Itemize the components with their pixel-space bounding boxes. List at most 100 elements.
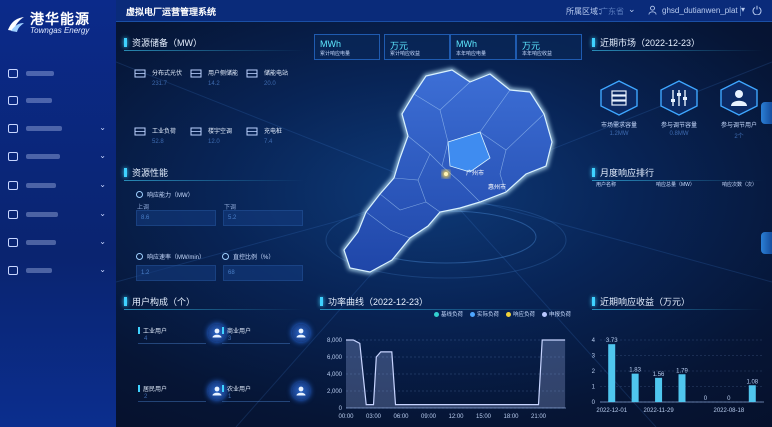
ratio-label: 直控比例（%）	[222, 252, 274, 261]
storage-item: 分布式光伏 231.7	[134, 68, 182, 90]
revenue-title-text: 近期响应收益（万元）	[600, 296, 691, 307]
storage-item-value: 231.7	[152, 81, 168, 87]
sidebar-item-label	[26, 153, 60, 159]
storage-item-label: 用户侧储能	[208, 71, 239, 77]
user-icon	[648, 5, 657, 15]
kpi-card: 万元 累计响应收益	[384, 34, 450, 60]
sidebar-item-label	[26, 125, 62, 131]
chevron-down-icon[interactable]: ⌄	[99, 151, 106, 160]
kpi-label: 累计响应收益	[390, 51, 421, 57]
map-marker[interactable]	[444, 172, 448, 176]
legend-item[interactable]: 响应负荷	[506, 310, 535, 318]
kpi-label: 本年响应电量	[456, 51, 487, 57]
x-tick-label: 15:00	[476, 414, 492, 420]
y-tick-label: 4	[592, 338, 596, 344]
legend-dot	[434, 311, 439, 317]
legend-dot	[506, 311, 512, 317]
rate-value: 1.2	[141, 270, 150, 276]
down-adjust-box: 5.2	[223, 210, 303, 226]
revenue-bar-chart[interactable]: 0 1 2 3 4 3.73 2022-12-01 1.83 1.56 2022-11-29 1.7…	[584, 330, 768, 422]
x-tick-label: 03:00	[366, 414, 382, 420]
bar-value-label: 1.08	[746, 379, 758, 385]
chevron-down-icon[interactable]: ⌄	[99, 180, 106, 189]
sidebar-item-3[interactable]: ⌄	[8, 120, 112, 136]
x-tick-label: 09:00	[421, 414, 437, 420]
up-adjust-box: 8.6	[136, 210, 216, 226]
y-tick-label: 1	[592, 385, 596, 391]
username[interactable]: ghsd_dutianwen_plat	[662, 6, 738, 15]
brand-name-cn: 港华能源	[30, 11, 90, 27]
monitor-icon	[8, 68, 18, 78]
users-section-title: 用户构成（个）	[124, 294, 304, 310]
bar-value-label: 3.73	[606, 338, 618, 344]
y-tick-label: 2	[592, 369, 596, 375]
sidebar-item-7[interactable]: ⌄	[8, 234, 112, 250]
revenue-bar	[631, 373, 639, 402]
market-item-label: 参与调节用户	[720, 123, 757, 129]
y-tick-label: 6,000	[327, 355, 343, 361]
curve-title-text: 功率曲线（2022-12-23）	[328, 296, 429, 307]
building-icon	[190, 127, 202, 136]
logout-icon[interactable]	[752, 5, 762, 15]
sidebar-item-5[interactable]: ⌄	[8, 177, 112, 193]
y-tick-label: 0	[339, 406, 343, 412]
sidebar-item-4[interactable]: ⌄	[8, 148, 112, 164]
kpi-card: MWh 累计响应电量	[314, 34, 380, 60]
sidebar-item-8[interactable]: ⌄	[8, 262, 112, 278]
agri-user-icon	[292, 382, 310, 400]
legend-label: 响应负荷	[513, 312, 536, 318]
market-item-value: 2个	[734, 134, 744, 140]
brand-logo[interactable]: 港华能源 Towngas Energy	[6, 12, 90, 35]
chevron-down-icon[interactable]: ⌄	[99, 123, 106, 132]
capacity-label: 响应能力（MW）	[136, 190, 194, 199]
performance-section-title: 资源性能	[124, 165, 304, 181]
revenue-bar	[608, 344, 616, 402]
legend-item[interactable]: 申报负荷	[542, 310, 571, 318]
sidebar-item-label	[26, 211, 58, 217]
solar-panel-icon	[134, 69, 146, 78]
y-tick-label: 2,000	[327, 389, 343, 395]
user-type-label-text: 居民用户	[143, 387, 168, 393]
rate-label-text: 响应速率（MW/min）	[147, 255, 205, 261]
x-tick-label: 2022-12-01	[596, 408, 627, 414]
map-city-label: 广州市	[466, 171, 485, 177]
storage-item: 楼宇空调 12.0	[190, 126, 232, 148]
map-city-label-2: 惠州市	[488, 185, 507, 191]
right-panel-tab-1[interactable]	[761, 102, 772, 124]
image-icon	[8, 151, 18, 161]
market-title-text: 近期市场（2022-12-23）	[600, 37, 701, 48]
legend-label: 实际负荷	[477, 312, 500, 318]
kpi-value: MWh	[456, 39, 477, 49]
speed-icon	[136, 253, 143, 260]
chevron-down-icon[interactable]: ⌄	[99, 265, 106, 274]
factory-icon	[134, 127, 146, 136]
kpi-value: MWh	[320, 39, 341, 49]
business-user-icon	[292, 324, 310, 342]
chevron-down-icon[interactable]: ⌄	[628, 4, 636, 15]
x-tick-label: 12:00	[448, 414, 464, 420]
rate-box: 1.2	[136, 265, 216, 281]
legend-item[interactable]: 基线负荷	[434, 310, 463, 318]
battery-icon	[190, 69, 202, 78]
storage-item: 用户侧储能 14.2	[190, 68, 238, 90]
user-menu-chevron-icon[interactable]: ▾	[741, 5, 745, 14]
market-item	[718, 80, 760, 116]
guangdong-map[interactable]	[330, 62, 570, 282]
legend-item[interactable]: 实际负荷	[470, 310, 499, 318]
sidebar-item-6[interactable]: ⌄	[8, 206, 112, 222]
power-curve-chart[interactable]: 0 2,000 4,000 6,000 8,000 00:00 03:00 06:00 09:0…	[316, 330, 578, 422]
database-icon	[8, 237, 18, 247]
storage-item-value: 14.2	[208, 81, 220, 87]
legend-label: 申报负荷	[549, 312, 572, 318]
system-title: 虚拟电厂运营管理系统	[126, 7, 217, 17]
bar-value-label: 1.83	[629, 368, 641, 374]
kpi-card: 万元 本年响应收益	[516, 34, 582, 60]
storage-item-label: 工业负荷	[152, 129, 177, 135]
x-tick-label: 2022-11-29	[643, 408, 674, 414]
chevron-down-icon[interactable]: ⌄	[99, 209, 106, 218]
storage-title-text: 资源储备（MW）	[132, 37, 202, 48]
right-panel-tab-2[interactable]	[761, 232, 772, 254]
sidebar-item-2[interactable]	[8, 92, 112, 108]
sidebar-item-1[interactable]	[8, 65, 112, 81]
chevron-down-icon[interactable]: ⌄	[99, 237, 106, 246]
